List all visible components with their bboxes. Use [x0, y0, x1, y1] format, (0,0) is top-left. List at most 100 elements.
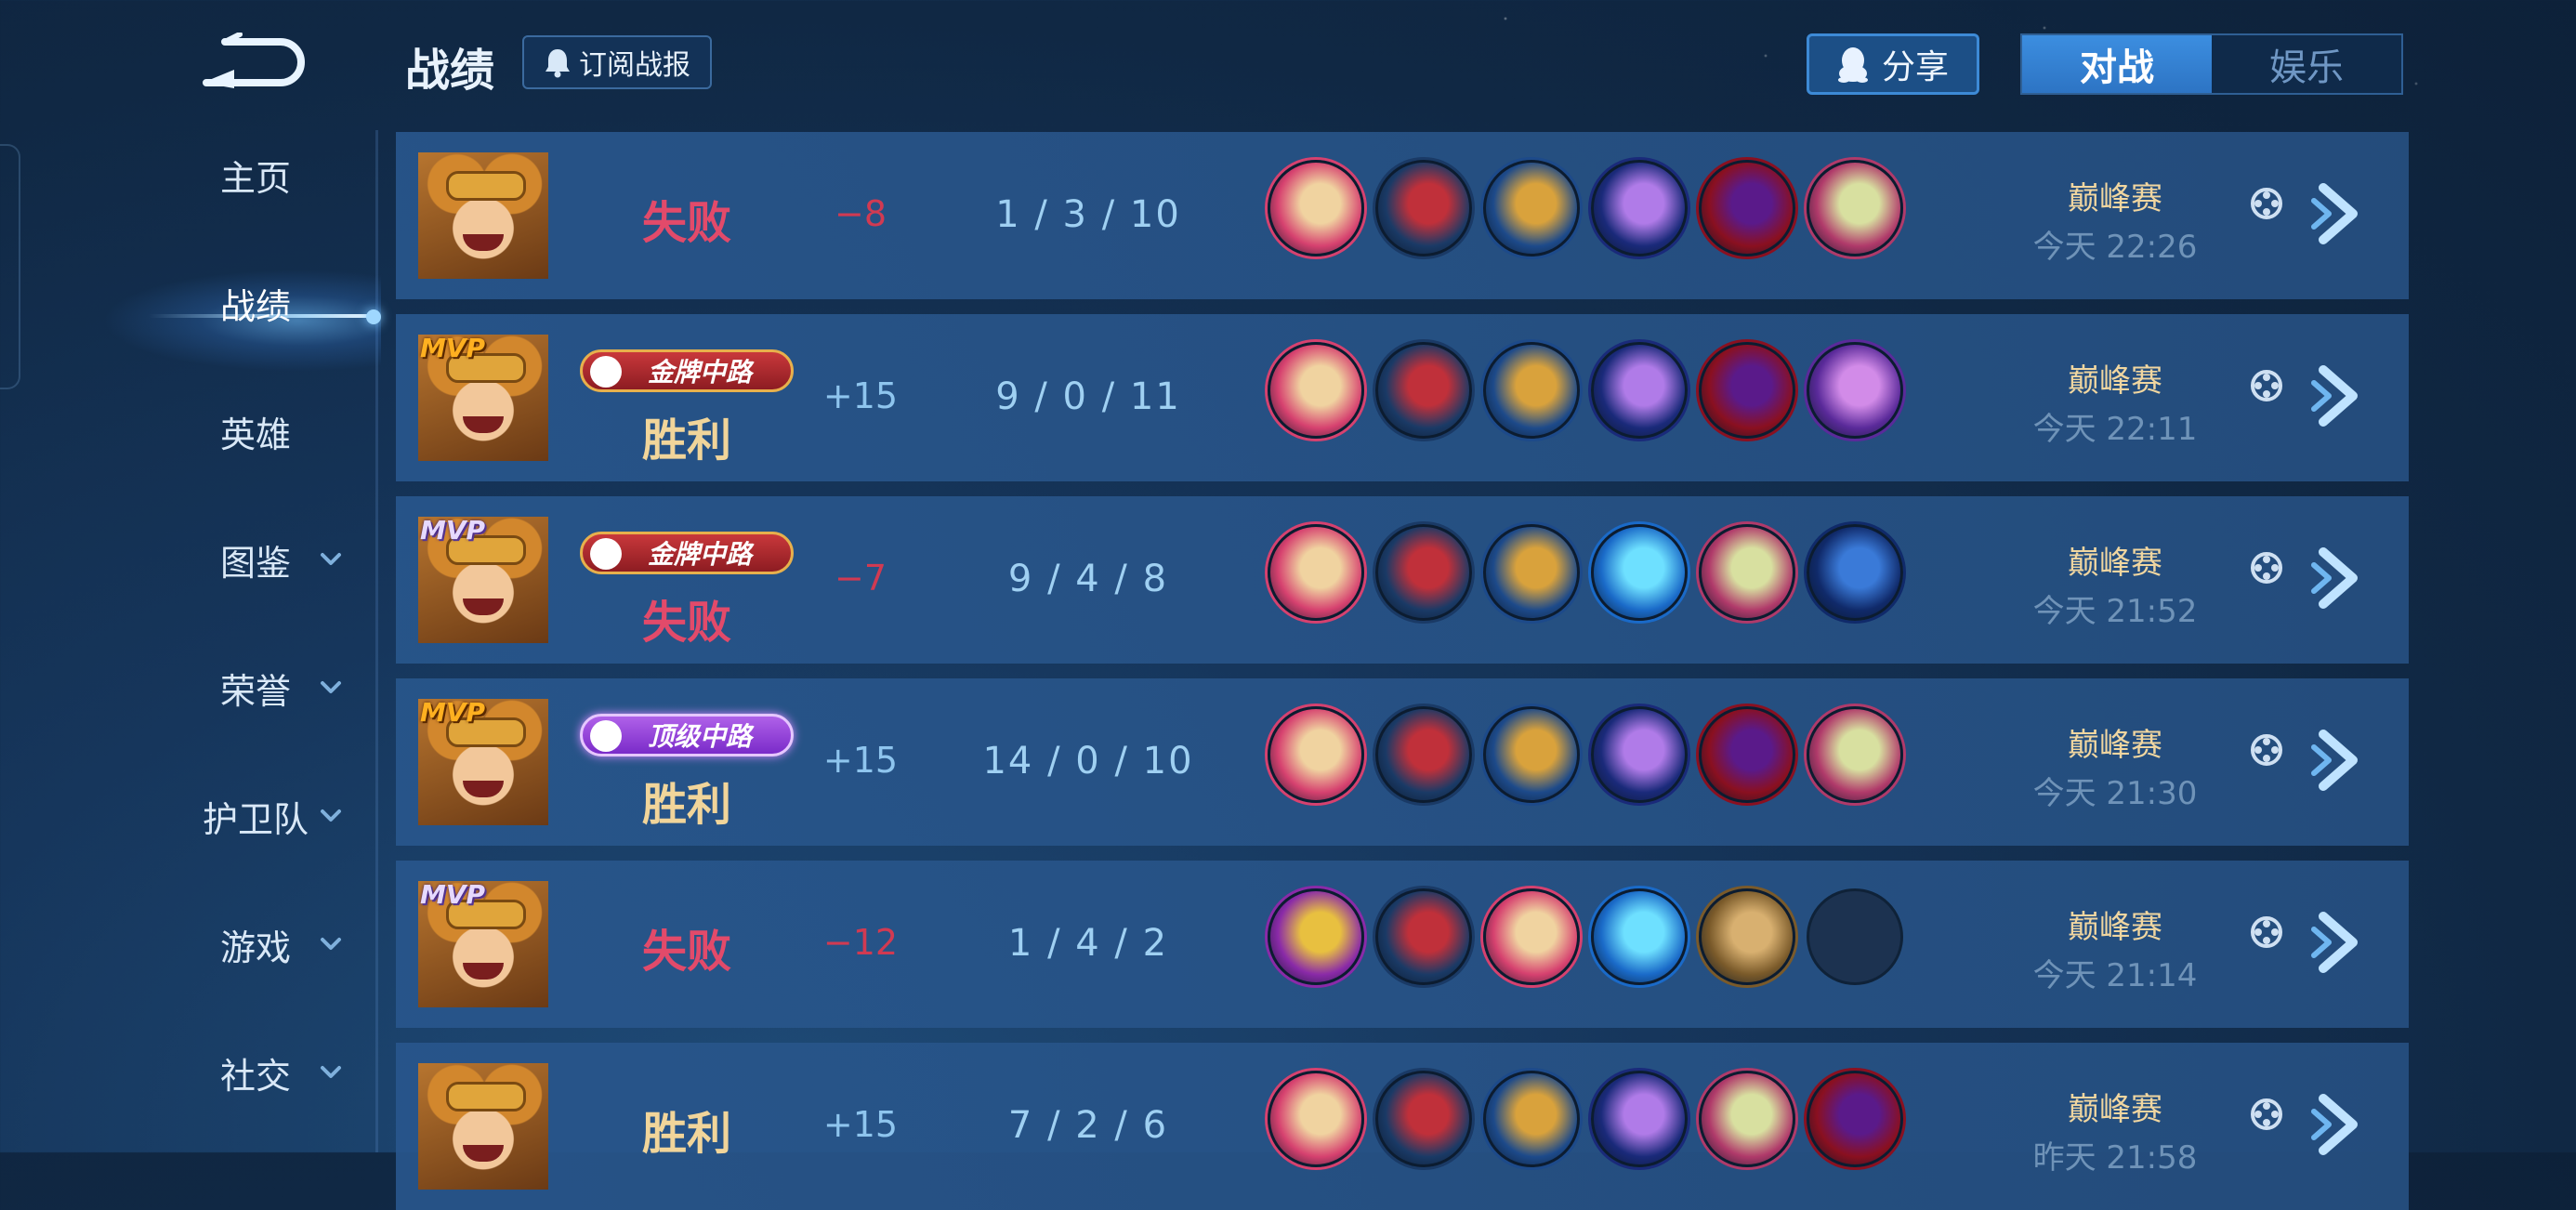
- film-reel-icon[interactable]: [2249, 914, 2284, 950]
- kda: 9 / 4 / 8: [1007, 558, 1169, 600]
- sidebar-item-2[interactable]: 英雄: [139, 394, 372, 468]
- hero-avatar: [418, 1063, 548, 1190]
- kda: 14 / 0 / 10: [982, 740, 1194, 783]
- mvp-badge: MVP: [420, 699, 486, 728]
- match-row[interactable]: 失败 −8 1 / 3 / 10 巅峰赛 今天 22:26: [396, 132, 2409, 299]
- item-icon: [1268, 706, 1364, 803]
- lane-badge: 金牌中路: [580, 349, 794, 392]
- match-result: 胜利: [641, 779, 731, 831]
- item-icon: [1591, 706, 1688, 803]
- item-icon: [1483, 706, 1580, 803]
- match-row[interactable]: MVP 金牌中路 失败 −7 9 / 4 / 8 巅峰赛 今天 21:52: [396, 496, 2409, 664]
- item-icon: [1375, 524, 1472, 621]
- hero-mouth: [463, 963, 504, 980]
- item-icon: [1591, 888, 1688, 985]
- tab-battle[interactable]: 对战: [2022, 35, 2212, 93]
- sidebar-item-5[interactable]: 护卫队: [139, 779, 372, 853]
- chevron-down-icon: [321, 681, 341, 693]
- chevron-right-icon[interactable]: [2310, 180, 2368, 247]
- match-time: 今天 21:14: [2032, 957, 2198, 994]
- chevron-down-icon: [321, 938, 341, 950]
- match-time: 今天 22:11: [2032, 411, 2198, 448]
- item-icon: [1483, 342, 1580, 439]
- sidebar-item-1[interactable]: 战绩: [139, 266, 372, 340]
- chevron-right-icon[interactable]: [2310, 545, 2368, 612]
- item-icon: [1591, 160, 1688, 256]
- match-row[interactable]: MVP 顶级中路 胜利 +15 14 / 0 / 10 巅峰赛 今天 21:30: [396, 678, 2409, 846]
- tab-entertainment[interactable]: 娱乐: [2212, 35, 2401, 93]
- rank-score-change: −12: [822, 922, 899, 963]
- kda: 9 / 0 / 11: [995, 375, 1181, 418]
- sidebar-item-label: 荣誉: [219, 670, 291, 712]
- sidebar-item-label: 战绩: [219, 285, 291, 327]
- game-mode: 巅峰赛: [2068, 909, 2162, 946]
- game-mode: 巅峰赛: [2068, 545, 2162, 582]
- film-reel-icon[interactable]: [2249, 732, 2284, 768]
- item-icon: [1268, 160, 1364, 256]
- item-icon: [1268, 888, 1364, 985]
- item-icon: [1483, 160, 1580, 256]
- match-row[interactable]: MVP 失败 −12 1 / 4 / 2 巅峰赛今天 21:14: [396, 861, 2409, 1028]
- mvp-badge: MVP: [420, 335, 486, 363]
- chevron-right-icon[interactable]: [2310, 727, 2368, 794]
- hero-mouth: [463, 416, 504, 433]
- lane-badge-label: 金牌中路: [647, 357, 752, 388]
- item-icon: [1699, 160, 1795, 256]
- item-icon: [1375, 342, 1472, 439]
- item-icon: [1699, 888, 1795, 985]
- side-panel-handle[interactable]: [0, 144, 20, 389]
- game-mode: 巅峰赛: [2068, 727, 2162, 764]
- mvp-badge: MVP: [420, 517, 486, 546]
- item-icon: [1483, 1071, 1580, 1167]
- sidebar-item-label: 英雄: [219, 414, 291, 455]
- lane-badge-icon: [590, 356, 622, 388]
- match-time: 昨天 21:58: [2032, 1139, 2198, 1177]
- share-button[interactable]: 分享: [1807, 33, 1979, 95]
- chevron-right-icon[interactable]: [2310, 362, 2368, 429]
- back-arrow-icon[interactable]: [197, 33, 305, 90]
- sidebar-item-label: 护卫队: [202, 798, 309, 840]
- game-mode: 巅峰赛: [2068, 1091, 2162, 1128]
- share-label: 分享: [1881, 48, 1949, 86]
- item-icon: [1591, 1071, 1688, 1167]
- item-icon: [1375, 706, 1472, 803]
- rank-score-change: +15: [822, 740, 899, 781]
- sidebar-item-4[interactable]: 荣誉: [139, 651, 372, 725]
- lane-badge-icon: [590, 538, 622, 570]
- film-reel-icon[interactable]: [2249, 186, 2284, 221]
- rank-score-change: +15: [822, 1104, 899, 1145]
- subscribe-report-button[interactable]: 订阅战报: [522, 35, 712, 89]
- sidebar-item-6[interactable]: 游戏: [139, 907, 372, 981]
- match-row[interactable]: MVP 金牌中路 胜利 +15 9 / 0 / 11 巅峰赛 今天 22:11: [396, 314, 2409, 481]
- item-icon: [1807, 160, 1903, 256]
- item-icon: [1807, 524, 1903, 621]
- sidebar-item-0[interactable]: 主页: [139, 138, 372, 212]
- item-icon: [1483, 888, 1580, 985]
- match-result: 失败: [641, 926, 731, 978]
- chevron-right-icon[interactable]: [2310, 909, 2368, 976]
- kda: 1 / 4 / 2: [1007, 922, 1169, 965]
- match-result: 胜利: [641, 414, 731, 467]
- hero-avatar: MVP: [418, 881, 548, 1007]
- item-icon: [1268, 524, 1364, 621]
- film-reel-icon[interactable]: [2249, 550, 2284, 585]
- chevron-right-icon[interactable]: [2310, 1091, 2368, 1158]
- sidebar-item-label: 社交: [219, 1055, 291, 1097]
- hero-goggles: [446, 171, 526, 201]
- film-reel-icon[interactable]: [2249, 1097, 2284, 1132]
- hero-avatar: MVP: [418, 699, 548, 825]
- hero-mouth: [463, 781, 504, 797]
- game-mode: 巅峰赛: [2068, 180, 2162, 217]
- item-icon: [1591, 342, 1688, 439]
- film-reel-icon[interactable]: [2249, 368, 2284, 403]
- item-icon: [1483, 524, 1580, 621]
- sidebar-item-3[interactable]: 图鉴: [139, 522, 372, 597]
- item-icon: [1268, 342, 1364, 439]
- hero-avatar: [418, 152, 548, 279]
- sidebar-item-7[interactable]: 社交: [139, 1035, 372, 1110]
- kda: 1 / 3 / 10: [995, 193, 1181, 236]
- mvp-badge: MVP: [420, 881, 486, 910]
- hero-avatar: MVP: [418, 335, 548, 461]
- match-row[interactable]: 胜利 +15 7 / 2 / 6 巅峰赛 昨天 21:58: [396, 1043, 2409, 1210]
- item-icon: [1699, 1071, 1795, 1167]
